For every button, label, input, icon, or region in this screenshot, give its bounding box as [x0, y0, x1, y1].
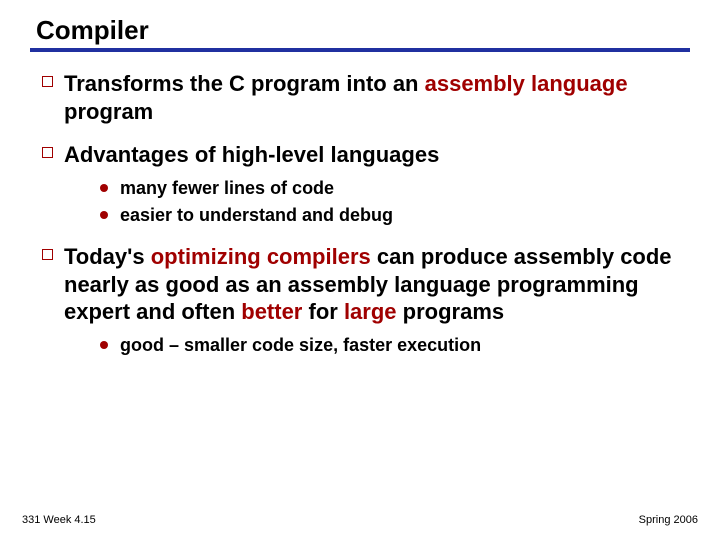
slide-title: Compiler — [30, 15, 690, 52]
sub-bullet-good: good – smaller code size, faster executi… — [100, 334, 690, 357]
slide: Compiler Transforms the C program into a… — [0, 0, 720, 540]
sub-bullet-fewer-lines: many fewer lines of code — [100, 177, 690, 200]
text-fragment: Advantages of high-level languages — [64, 142, 439, 167]
bullet-item-transforms: Transforms the C program into an assembl… — [42, 70, 690, 125]
bullet-list: Transforms the C program into an assembl… — [30, 70, 690, 357]
highlight-text: better — [241, 299, 302, 324]
text-fragment: Transforms the C program into an — [64, 71, 425, 96]
highlight-text: assembly language — [425, 71, 628, 96]
highlight-text: optimizing compilers — [151, 244, 371, 269]
text-fragment: for — [302, 299, 344, 324]
sub-bullet-easier-debug: easier to understand and debug — [100, 204, 690, 227]
footer-left: 331 Week 4.15 — [22, 514, 96, 526]
text-fragment: programs — [397, 299, 505, 324]
sub-bullet-list: good – smaller code size, faster executi… — [64, 334, 690, 357]
bullet-item-optimizing: Today's optimizing compilers can produce… — [42, 243, 690, 357]
text-fragment: Today's — [64, 244, 151, 269]
sub-bullet-list: many fewer lines of code easier to under… — [64, 177, 690, 228]
bullet-item-advantages: Advantages of high-level languages many … — [42, 141, 690, 227]
text-fragment: program — [64, 99, 153, 124]
highlight-text: large — [344, 299, 397, 324]
footer-right: Spring 2006 — [639, 514, 698, 526]
